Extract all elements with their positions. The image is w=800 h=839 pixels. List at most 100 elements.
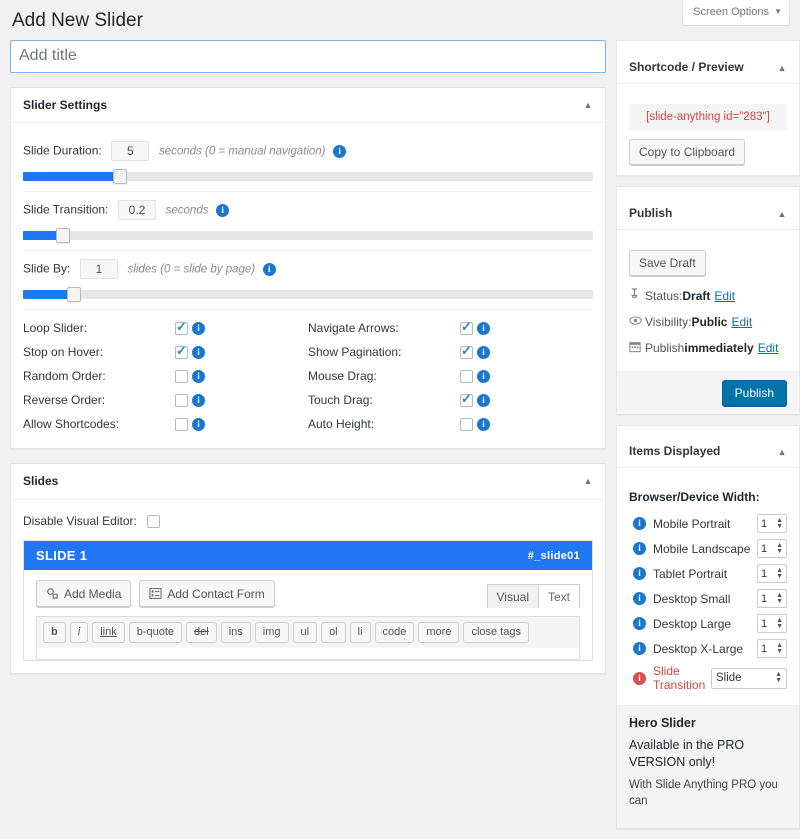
allow-shortcodes-checkbox[interactable] [175,417,188,431]
screen-options-button[interactable]: Screen Options ▼ [682,0,790,26]
quicktag-ins[interactable]: ins [220,622,251,644]
save-draft-button[interactable]: Save Draft [629,249,706,276]
info-icon[interactable]: i [262,262,276,276]
desktop-xlarge-stepper[interactable]: 1 ▲ ▼ [757,639,787,659]
reverse-order-checkbox[interactable] [175,393,188,407]
device-label: Mobile Portrait [653,516,731,531]
tab-visual[interactable]: Visual [486,584,539,609]
range-handle[interactable] [55,228,70,244]
collapse-toggle-icon[interactable]: ▲ [769,439,795,465]
stepper-arrows-icon: ▲ ▼ [776,616,783,630]
quicktag-more[interactable]: more [418,622,460,644]
mobile-portrait-stepper[interactable]: 1 ▲ ▼ [757,514,787,534]
collapse-toggle-icon[interactable]: ▲ [575,468,601,494]
quicktag-ol[interactable]: ol [321,622,346,644]
slide-by-input[interactable]: 1 [79,259,118,280]
show-pagination-checkbox[interactable] [460,343,473,359]
slide-content-editor[interactable] [36,648,580,661]
mouse-drag-checkbox[interactable] [460,369,473,383]
tablet-portrait-stepper[interactable]: 1 ▲ ▼ [757,564,787,584]
slide-transition-input[interactable]: 0.2 [118,200,157,221]
publish-button[interactable]: Publish [721,379,787,406]
slide-duration-input[interactable]: 5 [111,141,150,162]
device-row-mobile-landscape: i Mobile Landscape 1 ▲ ▼ [629,536,787,561]
info-icon[interactable]: i [633,592,646,606]
disable-visual-editor-checkbox[interactable] [146,514,160,528]
quicktag-b-quote[interactable]: b-quote [128,622,183,644]
edit-date-link[interactable]: Edit [758,341,779,355]
slide-transition-label: Slide Transition [653,664,706,693]
info-icon[interactable]: i [477,345,490,359]
navigate-arrows-checkbox[interactable] [460,319,473,335]
collapse-toggle-icon[interactable]: ▲ [575,92,601,118]
shortcode-value[interactable]: [slide-anything id="283"] [629,103,787,130]
touch-drag-checkbox[interactable] [460,391,473,407]
info-icon[interactable]: i [477,321,490,335]
info-icon[interactable]: i [192,345,205,359]
slide-by-range[interactable] [23,287,593,303]
shortcode-preview-header[interactable]: Shortcode / Preview ▲ [617,51,799,84]
quicktag-b[interactable]: b [43,622,66,644]
slide-transition-select[interactable]: Slide ▲ ▼ [711,667,787,689]
tab-text[interactable]: Text [537,584,580,609]
edit-visibility-link[interactable]: Edit [731,315,752,329]
option-loop-slider: Loop Slider: i [23,316,308,340]
info-icon[interactable]: i [633,542,646,556]
slides-body: Disable Visual Editor: SLIDE 1 #_slide01 [11,500,605,673]
stop-on-hover-checkbox[interactable] [175,343,188,359]
desktop-large-stepper[interactable]: 1 ▲ ▼ [757,614,787,634]
collapse-toggle-icon[interactable]: ▲ [769,55,795,81]
quicktag-ul[interactable]: ul [292,622,318,644]
publish-header[interactable]: Publish ▲ [617,197,799,230]
copy-to-clipboard-button[interactable]: Copy to Clipboard [629,138,746,165]
info-icon[interactable]: i [633,567,646,581]
page-title: Add New Slider [12,10,143,31]
mobile-landscape-stepper[interactable]: 1 ▲ ▼ [757,539,787,559]
quicktag-img[interactable]: img [254,622,289,644]
info-icon[interactable]: i [192,321,205,335]
device-row-desktop-xlarge: i Desktop X-Large 1 ▲ ▼ [629,636,787,661]
add-contact-form-button[interactable]: Add Contact Form [139,580,275,608]
slide-1-header[interactable]: SLIDE 1 #_slide01 [24,541,592,571]
items-displayed-body: Browser/Device Width: i Mobile Portrait … [617,478,799,829]
select-value: Slide [716,672,742,685]
slide-duration-range[interactable] [23,169,593,185]
info-icon[interactable]: i [333,144,347,158]
info-icon[interactable]: i [477,393,490,407]
collapse-toggle-icon[interactable]: ▲ [769,201,795,227]
info-icon[interactable]: i [633,517,646,531]
quicktag-li[interactable]: li [349,622,371,644]
quicktag-i[interactable]: i [69,622,89,644]
slides-header[interactable]: Slides ▲ [11,464,605,501]
range-handle[interactable] [112,169,127,185]
slider-settings-header[interactable]: Slider Settings ▲ [11,88,605,124]
auto-height-checkbox[interactable] [460,417,473,431]
add-media-button[interactable]: Add Media [36,580,132,608]
info-icon[interactable]: i [192,369,205,383]
info-icon[interactable]: i [477,417,490,431]
option-mouse-drag: Mouse Drag: i [308,364,593,388]
quicktag-close-tags[interactable]: close tags [463,622,529,644]
slide-1-title: SLIDE 1 [36,548,88,564]
random-order-checkbox[interactable] [175,369,188,383]
info-icon[interactable]: i [633,617,646,631]
desktop-small-stepper[interactable]: 1 ▲ ▼ [757,589,787,609]
info-icon[interactable]: i [633,671,646,685]
info-icon[interactable]: i [633,642,646,656]
info-icon[interactable]: i [477,369,490,383]
edit-status-link[interactable]: Edit [714,289,735,303]
range-handle[interactable] [67,287,82,303]
items-displayed-header[interactable]: Items Displayed ▲ [617,435,799,469]
quicktag-link[interactable]: link [92,622,125,644]
loop-slider-checkbox[interactable] [175,319,188,335]
publish-date-prefix: Publish [645,340,685,355]
slider-title-input[interactable] [10,39,606,73]
slide-transition-range[interactable] [23,228,593,244]
quicktag-code[interactable]: code [374,622,415,644]
info-icon[interactable]: i [192,417,205,431]
info-icon[interactable]: i [216,203,230,217]
stepper-value: 1 [761,517,768,530]
info-icon[interactable]: i [192,393,205,407]
quicktag-del[interactable]: del [186,622,217,644]
slide-1-anchor: #_slide01 [527,549,580,562]
